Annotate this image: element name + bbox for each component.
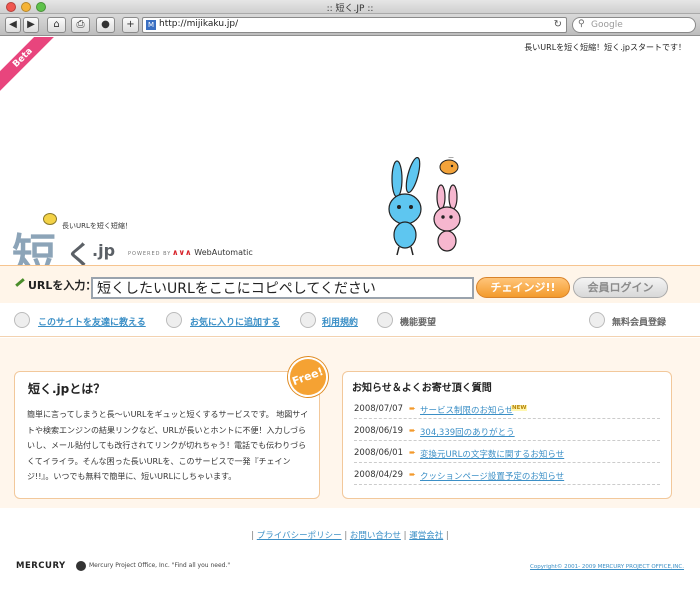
site-nav: このサイトを友達に教える お気に入りに追加する 利用規約 機能要望 無料会員登録: [0, 307, 700, 337]
url-input-label: URLを入力：: [28, 279, 97, 292]
url-text[interactable]: http://mijikaku.jp/: [159, 19, 238, 29]
main-content: 短く.jpとは？ 簡単に言ってしまうと長～いURLをギュッと短くするサービスです…: [0, 338, 700, 508]
address-bar[interactable]: M http://mijikaku.jp/ ↻: [142, 17, 567, 33]
print-button[interactable]: ⎙: [71, 17, 90, 33]
web-page: Beta 長いURLを短く短縮！短く.jpスタートです！ 長いURLを短く短縮！…: [0, 37, 700, 593]
footer-separator: |: [403, 531, 407, 541]
news-date: 2008/04/29: [354, 470, 403, 480]
heart-icon: [166, 312, 182, 328]
arrow-icon: ➨: [409, 470, 416, 479]
search-field[interactable]: ⚲ Google: [572, 17, 696, 33]
request-icon: [377, 312, 393, 328]
site-favicon: M: [146, 20, 156, 30]
news-title: お知らせ＆よくお寄せ頂く質問: [352, 383, 492, 394]
copyright-link[interactable]: Copyright© 2001- 2009 MERCURY PROJECT OF…: [530, 564, 684, 570]
pink-rabbit: [433, 184, 461, 252]
news-row: 2008/07/07 ➨ サービス制限のお知らせ NEW: [354, 400, 660, 419]
pencil-icon: [15, 278, 25, 287]
privacy-policy-link[interactable]: プライバシーポリシー: [257, 531, 342, 541]
home-button[interactable]: ⌂: [47, 17, 66, 33]
news-link[interactable]: サービス制限のお知らせ: [420, 404, 513, 416]
footer-links: | プライバシーポリシー | お問い合わせ | 運営会社 |: [0, 529, 700, 541]
orange-bird: [439, 157, 459, 175]
nav-tell-friend-link[interactable]: このサイトを友達に教える: [38, 315, 146, 328]
back-button[interactable]: ◀: [5, 17, 21, 33]
contact-link[interactable]: お問い合わせ: [350, 531, 401, 541]
arrow-icon: ➨: [409, 426, 416, 435]
wa-mark-icon: ∧∨∧: [172, 248, 195, 257]
member-login-button[interactable]: 会員ログイン: [573, 277, 668, 298]
register-icon: [589, 312, 605, 328]
news-link[interactable]: クッションページ設置予定のお知らせ: [420, 470, 564, 482]
mpo-logo-icon: [76, 561, 86, 571]
footer-separator: |: [344, 531, 348, 541]
powered-by-label: POWERED BY: [128, 251, 172, 257]
about-title: 短く.jpとは？: [28, 382, 106, 396]
mail-icon: [14, 312, 30, 328]
about-body: 簡単に言ってしまうと長～いURLをギュッと短くするサービスです。 地図サイトや検…: [27, 410, 309, 481]
rabbit-mascots-illustration: [388, 157, 461, 256]
add-bookmark-button[interactable]: +: [122, 17, 139, 33]
arrow-icon: ➨: [409, 448, 416, 457]
news-row: 2008/04/29 ➨ クッションページ設置予定のお知らせ: [354, 466, 660, 485]
evernote-button[interactable]: ●: [96, 17, 115, 33]
news-box: お知らせ＆よくお寄せ頂く質問 2008/07/07 ➨ サービス制限のお知らせ …: [342, 371, 672, 499]
footer-separator: |: [445, 531, 449, 541]
news-link[interactable]: 304,339回のありがとう: [420, 426, 515, 438]
document-icon: [300, 312, 316, 328]
arrow-icon: ➨: [409, 404, 416, 413]
news-date: 2008/06/19: [354, 426, 403, 436]
reload-icon[interactable]: ↻: [554, 19, 562, 30]
member-login-label: 会員ログイン: [587, 281, 654, 294]
nav-add-favorite-link[interactable]: お気に入りに追加する: [190, 315, 280, 328]
search-icon: ⚲: [578, 19, 585, 29]
news-row: 2008/06/01 ➨ 変換元URLの文字数に関するお知らせ: [354, 444, 660, 463]
news-date: 2008/06/01: [354, 448, 403, 458]
new-badge: NEW: [511, 405, 528, 411]
mercury-logo[interactable]: MERCURY: [16, 561, 66, 571]
footer-separator: |: [251, 531, 255, 541]
company-link[interactable]: 運営会社: [409, 531, 443, 541]
news-link[interactable]: 変換元URLの文字数に関するお知らせ: [420, 448, 564, 460]
blue-rabbit: [388, 157, 422, 256]
window-title: :: 短く.JP ::: [326, 4, 374, 14]
nav-terms-link[interactable]: 利用規約: [322, 315, 358, 328]
window-titlebar: :: 短く.JP ::: [0, 0, 700, 14]
url-input-band: URLを入力： チェインジ!! 会員ログイン: [0, 265, 700, 303]
browser-toolbar: ◀ ▶ ⌂ ⎙ ● + M http://mijikaku.jp/ ↻ ⚲ Go…: [0, 14, 700, 36]
news-row: 2008/06/19 ➨ 304,339回のありがとう: [354, 422, 660, 441]
logo-jp: .jp: [92, 241, 116, 260]
logo-subtitle: 長いURLを短く短縮！: [62, 222, 132, 230]
search-placeholder: Google: [591, 20, 623, 30]
change-button[interactable]: チェインジ!!: [476, 277, 570, 298]
about-box: 短く.jpとは？ 簡単に言ってしまうと長～いURLをギュッと短くするサービスです…: [14, 371, 320, 499]
long-url-input[interactable]: [91, 277, 474, 299]
webautomatic-logo[interactable]: ∧∨∧ WebAutomatic: [172, 248, 253, 257]
change-button-label: チェインジ!!: [490, 281, 556, 294]
beta-ribbon: Beta: [0, 37, 60, 95]
nav-feature-request[interactable]: 機能要望: [400, 315, 436, 328]
mpo-slogan: Mercury Project Office, Inc. "Find all y…: [89, 562, 231, 569]
forward-button[interactable]: ▶: [23, 17, 39, 33]
webautomatic-text: WebAutomatic: [194, 248, 253, 257]
news-date: 2008/07/07: [354, 404, 403, 414]
nav-free-register[interactable]: 無料会員登録: [612, 315, 666, 328]
header-tagline: 長いURLを短く短縮！短く.jpスタートです！: [524, 43, 686, 52]
elephant-icon: ●: [101, 19, 110, 30]
